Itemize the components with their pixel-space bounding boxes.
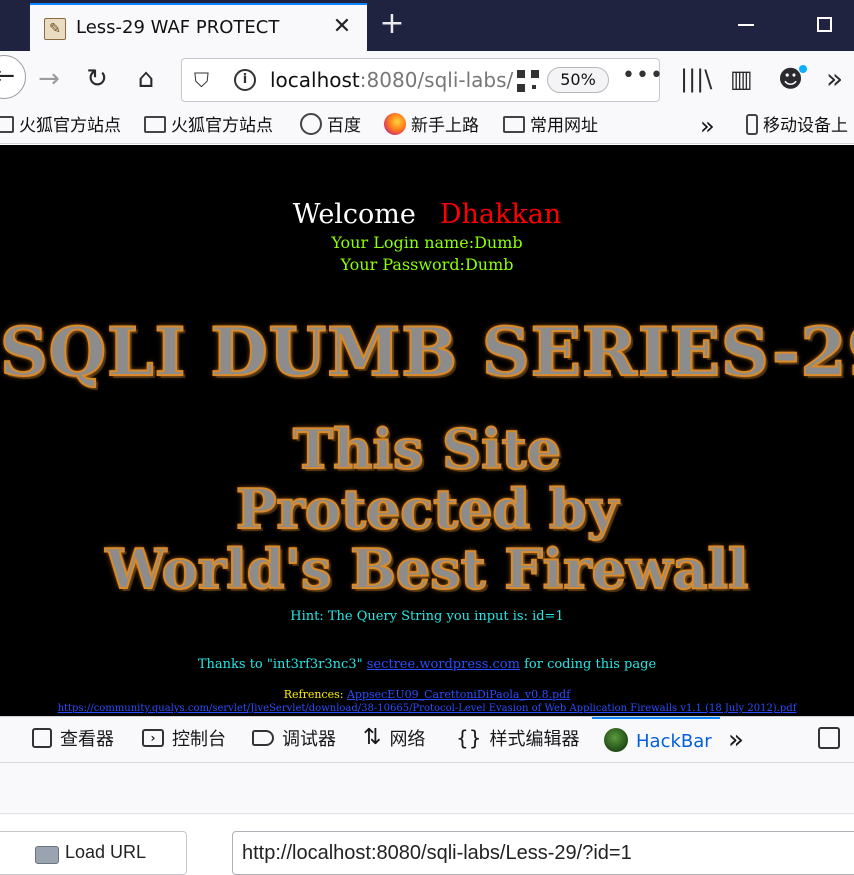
page-actions-menu-icon[interactable]: •••	[622, 63, 664, 88]
network-icon: ⇅	[363, 725, 382, 750]
tab-network[interactable]: ⇅ 网络	[363, 717, 425, 763]
tracking-shield-icon[interactable]: ⛉	[194, 69, 214, 91]
qr-code-icon[interactable]	[517, 70, 539, 92]
page-content: Welcome Dhakkan Your Login name:Dumb Your…	[0, 145, 854, 716]
tab-inspector[interactable]: 查看器	[32, 717, 114, 763]
debugger-icon	[252, 730, 274, 746]
folder-icon	[144, 115, 166, 133]
zoom-level-badge[interactable]: 50%	[547, 67, 609, 93]
sidebar-icon[interactable]: ▥	[730, 62, 753, 96]
globe-icon	[300, 113, 322, 135]
url-text[interactable]: localhost:8080/sqli-labs/	[270, 68, 513, 92]
bookmark-folder[interactable]: 常用网址	[503, 114, 598, 138]
folder-icon	[0, 115, 14, 133]
user-name: Dhakkan	[439, 199, 562, 230]
references-line: Refrences: AppsecEU09_CarettoniDiPaola_v…	[283, 688, 571, 701]
banner-title: SQLI DUMB SERIES-29	[0, 312, 854, 392]
hackbar-toolbar	[0, 764, 854, 814]
tab-console[interactable]: › 控制台	[142, 717, 226, 763]
tab-debugger[interactable]: 调试器	[252, 717, 336, 763]
maximize-button[interactable]	[817, 17, 832, 32]
devtools-tabbar: ⌕ 查看器 ›控制台 调试器 ⇅网络 {}样式编辑器 HackBar »	[0, 717, 854, 763]
banner-line-3: World's Best Firewall	[104, 536, 749, 602]
tomcat-favicon-icon: ✎	[44, 18, 66, 40]
firefox-icon	[384, 113, 406, 135]
toolbar-overflow-icon[interactable]: »	[826, 62, 843, 96]
devtools-panel: ⌕ 查看器 ›控制台 调试器 ⇅网络 {}样式编辑器 HackBar » Loa…	[0, 716, 854, 875]
library-icon[interactable]: |||\	[680, 62, 712, 96]
navigation-toolbar: ← → ↻ ⌂ ⛉ i localhost:8080/sqli-labs/ 50…	[0, 51, 854, 108]
tab-style-editor[interactable]: {} 样式编辑器	[456, 717, 579, 763]
load-url-button[interactable]: Load URL	[0, 831, 187, 875]
bookmarks-bar: 火狐官方站点 火狐官方站点 百度 新手上路 常用网址 » 移动设备上	[0, 108, 854, 144]
dock-side-icon[interactable]	[818, 717, 842, 763]
hackbar-body: Load URL http://localhost:8080/sqli-labs…	[0, 815, 854, 875]
reference-link-pdf[interactable]: AppsecEU09_CarettoniDiPaola_v0.8.pdf	[347, 688, 570, 701]
folder-icon	[503, 115, 525, 133]
bookmark-baidu[interactable]: 百度	[300, 113, 361, 138]
browser-tab[interactable]: ✎ Less-29 WAF PROTECT ✕	[30, 3, 367, 51]
forward-button[interactable]: →	[32, 62, 66, 96]
tab-strip: ✎ Less-29 WAF PROTECT ✕ +	[0, 0, 854, 51]
new-tab-button[interactable]: +	[375, 8, 409, 42]
references-line-2: https://community.qualys.com/servlet/Jiv…	[0, 703, 854, 714]
login-password: Your Password:Dumb	[340, 255, 514, 274]
thanks-line: Thanks to "int3rf3r3nc3" sectree.wordpre…	[197, 657, 657, 672]
mobile-icon	[746, 113, 758, 135]
banner-line-2: Protected by	[235, 476, 619, 542]
account-notification-dot	[799, 65, 807, 73]
tab-hackbar[interactable]: HackBar	[592, 717, 720, 763]
reload-button[interactable]: ↻	[80, 62, 114, 96]
login-name: Your Login name:Dumb	[331, 233, 523, 252]
style-editor-icon: {}	[456, 726, 482, 750]
welcome-line: Welcome Dhakkan	[0, 199, 854, 230]
tab-close-icon[interactable]: ✕	[328, 13, 356, 41]
reference-link-qualys[interactable]: https://community.qualys.com/servlet/Jiv…	[58, 703, 797, 714]
url-bar[interactable]: ⛉ i localhost:8080/sqli-labs/ 50% •••	[181, 58, 663, 102]
hackbar-icon	[604, 728, 628, 752]
pick-element-icon[interactable]: ⌕	[0, 717, 6, 763]
back-button[interactable]: ←	[0, 55, 26, 99]
banner-line-1: This Site	[292, 416, 562, 482]
bookmark-folder[interactable]: 火狐官方站点	[144, 114, 273, 138]
home-button[interactable]: ⌂	[129, 62, 163, 96]
query-hint: Hint: The Query String you input is: id=…	[290, 609, 564, 624]
bookmark-getting-started[interactable]: 新手上路	[384, 113, 479, 138]
bookmarks-overflow-icon[interactable]: »	[700, 114, 715, 138]
hackbar-url-input[interactable]: http://localhost:8080/sqli-labs/Less-29/…	[232, 831, 854, 875]
bookmark-mobile[interactable]: 移动设备上	[746, 113, 848, 138]
site-info-icon[interactable]: i	[234, 69, 256, 91]
sectree-link[interactable]: sectree.wordpress.com	[367, 657, 520, 672]
minimize-button[interactable]	[738, 24, 754, 26]
devtools-overflow-icon[interactable]: »	[728, 717, 744, 763]
load-url-icon	[35, 846, 59, 864]
tab-title: Less-29 WAF PROTECT	[76, 17, 280, 38]
inspector-icon	[32, 728, 52, 748]
console-icon: ›	[142, 729, 164, 747]
bookmark-folder[interactable]: 火狐官方站点	[0, 114, 121, 138]
welcome-text: Welcome	[292, 199, 416, 230]
